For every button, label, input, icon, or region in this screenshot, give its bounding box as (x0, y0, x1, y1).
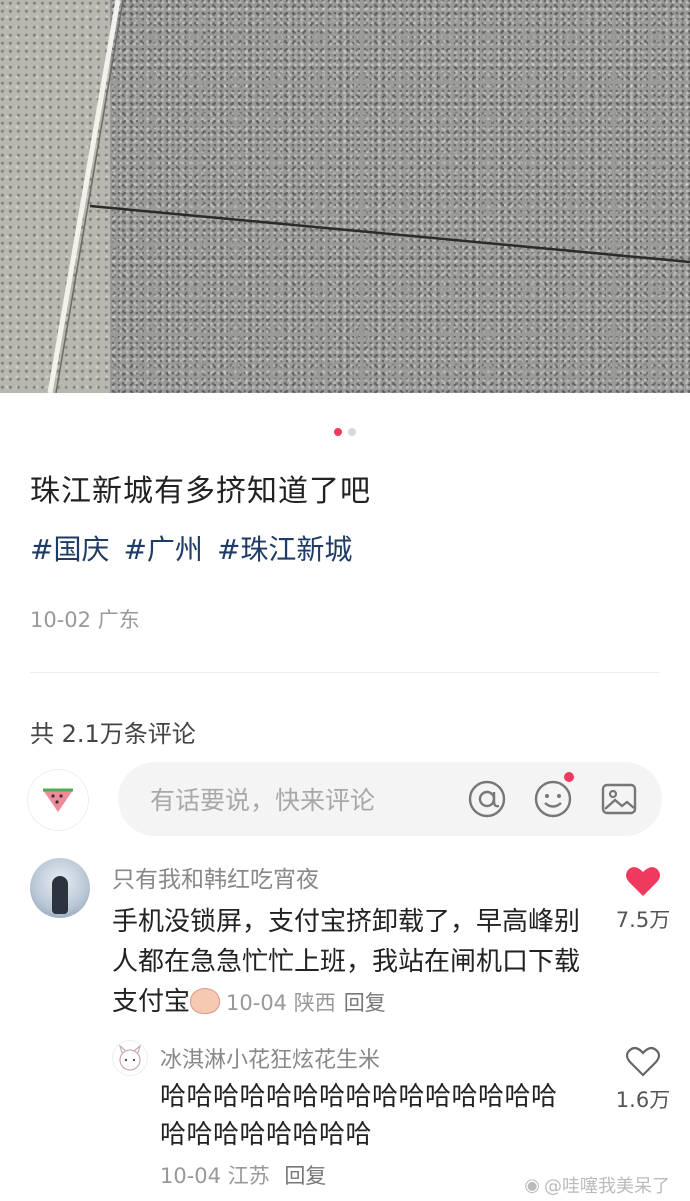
my-avatar[interactable] (28, 770, 88, 830)
cartoon-avatar-icon (118, 1044, 142, 1071)
reply-reply-button[interactable]: 回复 (284, 1164, 326, 1188)
image-icon[interactable] (596, 776, 642, 822)
reply-like-count: 1.6万 (615, 1088, 671, 1112)
carousel-dot-active[interactable] (334, 428, 342, 436)
comment-input[interactable]: 有话要说，快来评论 (118, 762, 662, 836)
divider (30, 672, 660, 673)
shy-face-emoji-icon (190, 988, 221, 1014)
reply-meta: 10-04 江苏 回复 (160, 1160, 326, 1190)
photo-seams (47, 0, 690, 393)
comment-like-count: 7.5万 (615, 908, 671, 932)
carousel-indicator (0, 428, 690, 436)
comment-author-avatar[interactable] (30, 858, 90, 918)
tag-zhujiang-xincheng[interactable]: #珠江新城 (217, 528, 352, 568)
reply-author[interactable]: 冰淇淋小花狂炫花生米 (160, 1042, 380, 1074)
carousel-dot[interactable] (348, 428, 356, 436)
comment-reply-button[interactable]: 回复 (344, 991, 386, 1015)
post-date-location: 10-02 广东 (30, 608, 140, 632)
comment-time-location: 10-04 陕西 (226, 991, 336, 1015)
weibo-logo-icon: ◉ (524, 1174, 540, 1196)
comment-count: 共 2.1万条评论 (30, 720, 196, 748)
reply-like[interactable]: 1.6万 (612, 1046, 674, 1114)
heart-filled-icon[interactable] (625, 866, 661, 898)
tag-guoqing[interactable]: #国庆 (30, 528, 109, 568)
reply-time-location: 10-04 江苏 (160, 1164, 270, 1188)
comment-body[interactable]: 手机没锁屏，支付宝挤卸载了，早高峰别人都在急急忙忙上班，我站在闸机口下载支付宝 1… (112, 902, 602, 1023)
watermark: ◉ @哇噻我美呆了 (524, 1172, 670, 1198)
comment-like[interactable]: 7.5万 (612, 866, 674, 934)
emoji-icon[interactable] (530, 772, 576, 822)
post-tags: #国庆 #广州 #珠江新城 (30, 528, 352, 568)
notification-dot (564, 772, 574, 782)
heart-outline-icon[interactable] (625, 1046, 661, 1078)
post-photo[interactable] (0, 0, 690, 393)
reply-text[interactable]: 哈哈哈哈哈哈哈哈哈哈哈哈哈哈哈哈哈哈哈哈哈哈哈 (160, 1078, 580, 1154)
post-title: 珠江新城有多挤知道了吧 (30, 474, 371, 509)
reply-author-avatar[interactable] (112, 1040, 148, 1076)
comment-placeholder[interactable]: 有话要说，快来评论 (150, 781, 464, 817)
watermark-text: @哇噻我美呆了 (544, 1176, 670, 1197)
watermelon-icon (43, 788, 73, 812)
comment-author[interactable]: 只有我和韩红吃宵夜 (112, 860, 319, 894)
at-icon[interactable] (464, 776, 510, 822)
tag-guangzhou[interactable]: #广州 (123, 528, 202, 568)
